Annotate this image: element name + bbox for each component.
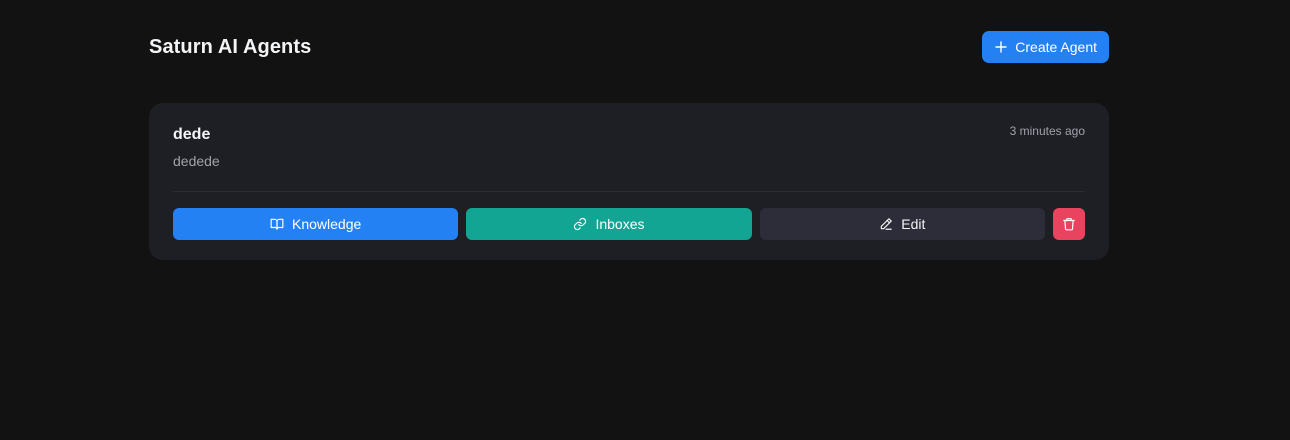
agent-name: dede	[173, 126, 211, 143]
agent-description: dedede	[173, 153, 220, 169]
create-agent-button[interactable]: Create Agent	[982, 31, 1109, 63]
card-divider	[173, 191, 1085, 192]
agent-card: dede 3 minutes ago dedede Knowledge Inbo…	[149, 103, 1109, 260]
knowledge-button[interactable]: Knowledge	[173, 208, 459, 240]
pencil-icon	[879, 217, 893, 231]
plus-icon	[995, 41, 1007, 53]
agents-page: Saturn AI Agents Create Agent dede 3 min…	[0, 0, 1290, 440]
inboxes-button[interactable]: Inboxes	[466, 208, 752, 240]
edit-button[interactable]: Edit	[759, 208, 1045, 240]
edit-label: Edit	[901, 216, 926, 232]
inboxes-label: Inboxes	[595, 216, 645, 232]
delete-button[interactable]	[1052, 208, 1085, 240]
create-agent-label: Create Agent	[1015, 39, 1097, 55]
page-header: Saturn AI Agents Create Agent	[149, 31, 1109, 63]
agent-updated-time: 3 minutes ago	[1009, 124, 1085, 138]
page-title: Saturn AI Agents	[149, 35, 312, 58]
link-icon	[573, 217, 587, 231]
knowledge-label: Knowledge	[292, 216, 362, 232]
trash-icon	[1062, 217, 1076, 231]
agent-actions: Knowledge Inboxes Edit	[173, 208, 1085, 240]
book-open-icon	[270, 217, 284, 231]
